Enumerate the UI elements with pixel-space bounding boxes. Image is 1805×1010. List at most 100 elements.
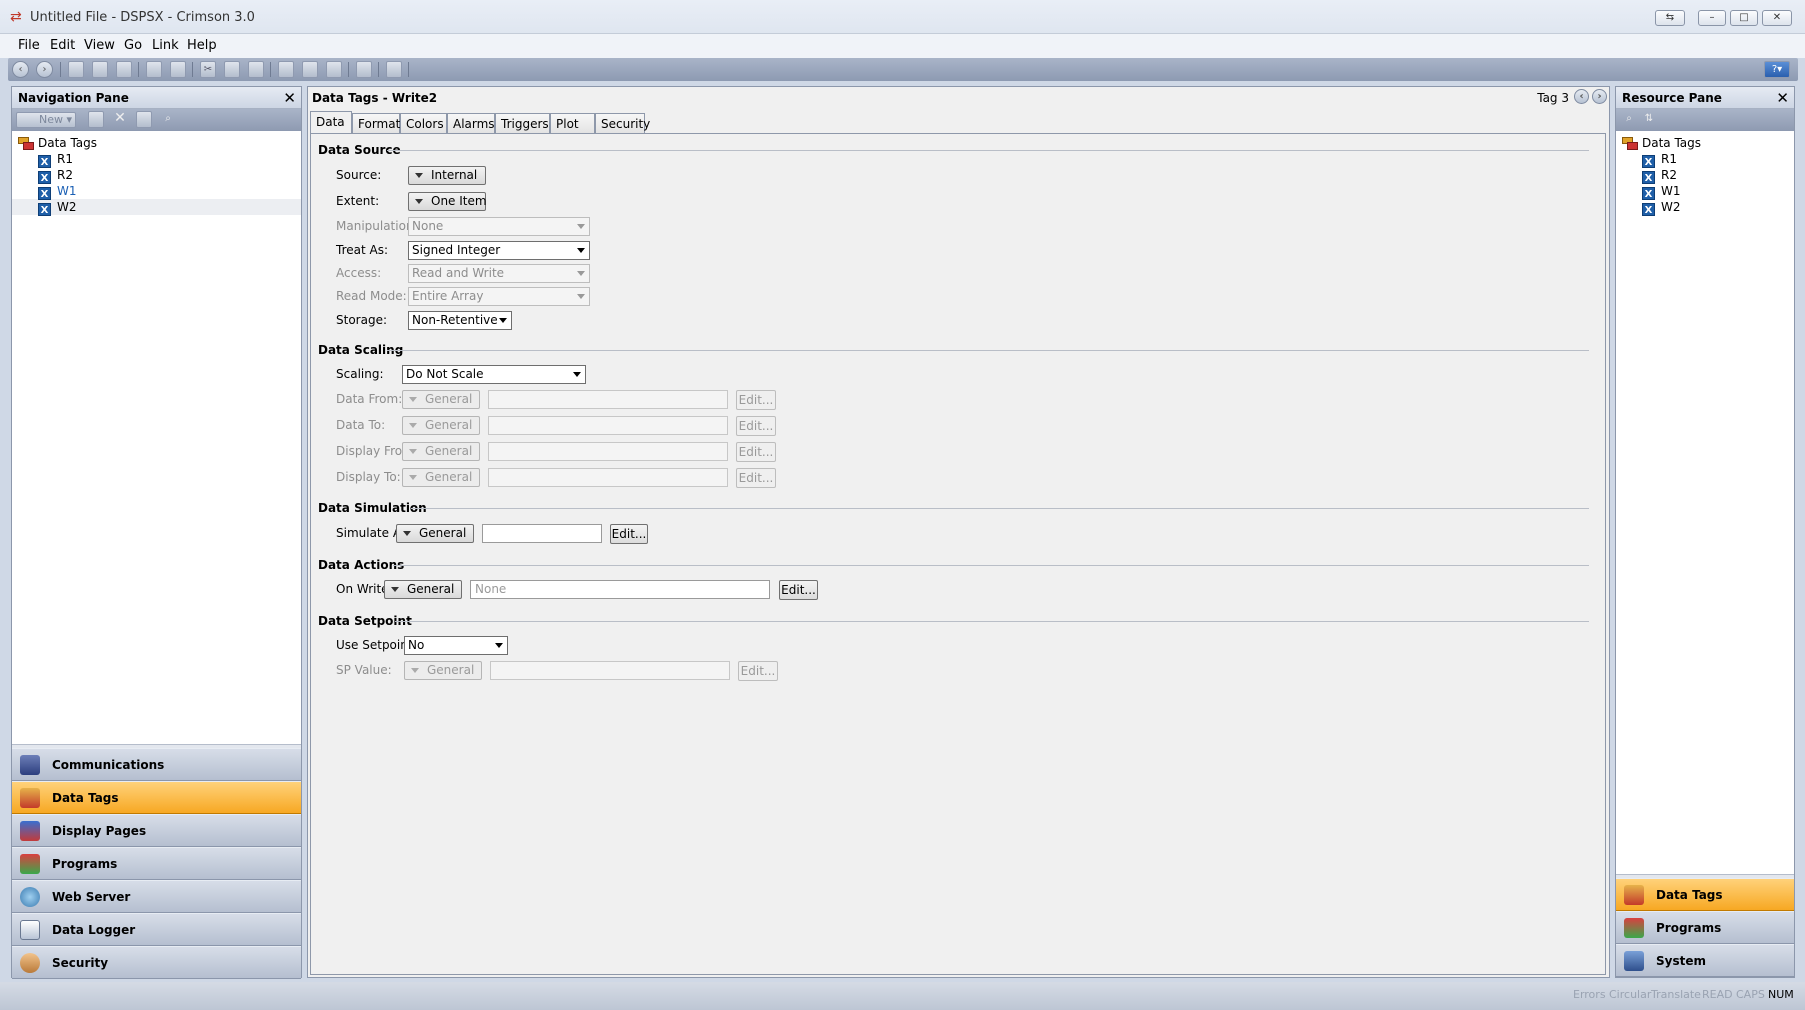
menu-view[interactable]: View (84, 38, 115, 53)
display-to-edit-button[interactable]: Edit... (736, 468, 776, 488)
manipulation-select[interactable]: None (408, 217, 590, 236)
storage-select[interactable]: Non-Retentive (408, 311, 512, 330)
display-to-type-button[interactable]: General (402, 468, 480, 487)
new-button-label: New (39, 113, 63, 126)
on-write-edit-button[interactable]: Edit... (779, 580, 818, 600)
wrench-icon[interactable] (386, 61, 402, 78)
monitor-icon[interactable] (356, 61, 372, 78)
access-select[interactable]: Read and Write (408, 264, 590, 283)
back-icon[interactable]: ‹ (12, 61, 29, 78)
nav-button-web-server[interactable]: Web Server (12, 880, 301, 913)
dropdown-arrow-icon (403, 531, 411, 536)
new-file-icon[interactable] (68, 61, 84, 78)
close-icon[interactable]: ✕ (283, 91, 296, 106)
sp-value-edit-button[interactable]: Edit... (738, 661, 778, 681)
tree-item-r1[interactable]: X R1 (18, 151, 301, 168)
data-to-edit-button[interactable]: Edit... (736, 416, 776, 436)
on-write-type-button[interactable]: General (384, 580, 462, 599)
extent-dropdown-button[interactable]: One Item (408, 192, 487, 211)
restore-layout-icon[interactable]: ⇆ (1655, 10, 1685, 26)
data-from-edit-button[interactable]: Edit... (736, 390, 776, 410)
maximize-button[interactable]: □ (1730, 10, 1758, 26)
resource-button-programs[interactable]: Programs (1616, 911, 1794, 944)
new-button[interactable]: New ▾ (16, 112, 76, 128)
close-button[interactable]: ✕ (1762, 10, 1792, 26)
tab-data[interactable]: Data (310, 111, 352, 133)
tab-triggers[interactable]: Triggers (495, 113, 550, 133)
nav-button-data-logger[interactable]: Data Logger (12, 913, 301, 946)
properties-icon[interactable] (136, 111, 152, 128)
menu-file[interactable]: File (18, 38, 40, 53)
resource-button-system[interactable]: System (1616, 944, 1794, 977)
simulate-edit-button[interactable]: Edit... (610, 524, 648, 544)
menu-go[interactable]: Go (124, 38, 142, 53)
nav-button-data-tags[interactable]: Data Tags (12, 781, 301, 814)
tree-item-w2[interactable]: X W2 (12, 199, 301, 216)
resource-pane-header: Resource Pane ✕ (1616, 87, 1794, 109)
search-icon[interactable]: ⌕ (1621, 111, 1637, 128)
data-from-input[interactable] (488, 390, 728, 409)
link-icon[interactable] (326, 61, 342, 78)
open-file-icon[interactable] (92, 61, 108, 78)
on-write-input[interactable]: None (470, 580, 770, 599)
sort-icon[interactable]: ⇅ (1641, 111, 1657, 128)
paste-icon[interactable] (248, 61, 264, 78)
resource-button-data-tags[interactable]: Data Tags (1616, 878, 1794, 911)
menu-link[interactable]: Link (152, 38, 179, 53)
tab-colors[interactable]: Colors (400, 113, 447, 133)
tab-security[interactable]: Security (595, 113, 650, 133)
delete-icon[interactable]: ✕ (112, 111, 128, 128)
tree-item-w1[interactable]: X W1 (18, 183, 301, 200)
read-mode-select[interactable]: Entire Array (408, 287, 590, 306)
resource-root-data-tags[interactable]: Data Tags (1622, 135, 1794, 151)
tab-alarms[interactable]: Alarms (447, 113, 495, 133)
scaling-select[interactable]: Do Not Scale (402, 365, 586, 384)
undo-icon[interactable] (146, 61, 162, 78)
simulate-type-button[interactable]: General (396, 524, 474, 543)
display-from-edit-button[interactable]: Edit... (736, 442, 776, 462)
forward-icon[interactable]: › (36, 61, 53, 78)
tools-icon[interactable] (278, 61, 294, 78)
menu-help[interactable]: Help (187, 38, 217, 53)
next-tag-icon[interactable]: › (1592, 89, 1607, 104)
resource-item-w2[interactable]: X W2 (1622, 199, 1794, 216)
cut-icon[interactable]: ✂ (200, 61, 216, 78)
nav-button-display-pages[interactable]: Display Pages (12, 814, 301, 847)
display-from-input[interactable] (488, 442, 728, 461)
previous-tag-icon[interactable]: ‹ (1574, 89, 1589, 104)
menu-edit[interactable]: Edit (50, 38, 75, 53)
data-to-type-button[interactable]: General (402, 416, 480, 435)
status-translate: Translate (1651, 988, 1701, 1001)
nav-button-programs[interactable]: Programs (12, 847, 301, 880)
tab-format[interactable]: Format (352, 113, 400, 133)
tree-root-data-tags[interactable]: Data Tags (18, 135, 301, 151)
print-icon[interactable] (302, 61, 318, 78)
use-setpoint-select[interactable]: No (404, 636, 508, 655)
display-from-type-button[interactable]: General (402, 442, 480, 461)
copy-icon[interactable] (224, 61, 240, 78)
resource-item-r2[interactable]: X R2 (1622, 167, 1794, 184)
minimize-button[interactable]: – (1698, 10, 1726, 26)
treat-as-select[interactable]: Signed Integer (408, 241, 590, 260)
resource-item-r1[interactable]: X R1 (1622, 151, 1794, 168)
display-to-input[interactable] (488, 468, 728, 487)
source-dropdown-button[interactable]: Internal (408, 166, 486, 185)
tree-item-r2[interactable]: X R2 (18, 167, 301, 184)
simulate-value-input[interactable] (482, 524, 602, 543)
resource-item-w1[interactable]: X W1 (1622, 183, 1794, 200)
tab-plot[interactable]: Plot (550, 113, 595, 133)
sp-value-type-button[interactable]: General (404, 661, 482, 680)
nav-button-security[interactable]: Security (12, 946, 301, 979)
close-icon[interactable]: ✕ (1776, 91, 1789, 106)
sp-value-input[interactable] (490, 661, 730, 680)
help-icon[interactable]: ?▾ (1764, 61, 1790, 78)
data-from-type-button[interactable]: General (402, 390, 480, 409)
add-icon[interactable] (88, 111, 104, 128)
nav-button-communications[interactable]: Communications (12, 748, 301, 781)
tree-root-label: Data Tags (38, 136, 98, 150)
save-icon[interactable] (116, 61, 132, 78)
tree-item-label: W1 (57, 184, 77, 198)
data-to-input[interactable] (488, 416, 728, 435)
search-icon[interactable]: ⌕ (160, 111, 176, 128)
redo-icon[interactable] (170, 61, 186, 78)
